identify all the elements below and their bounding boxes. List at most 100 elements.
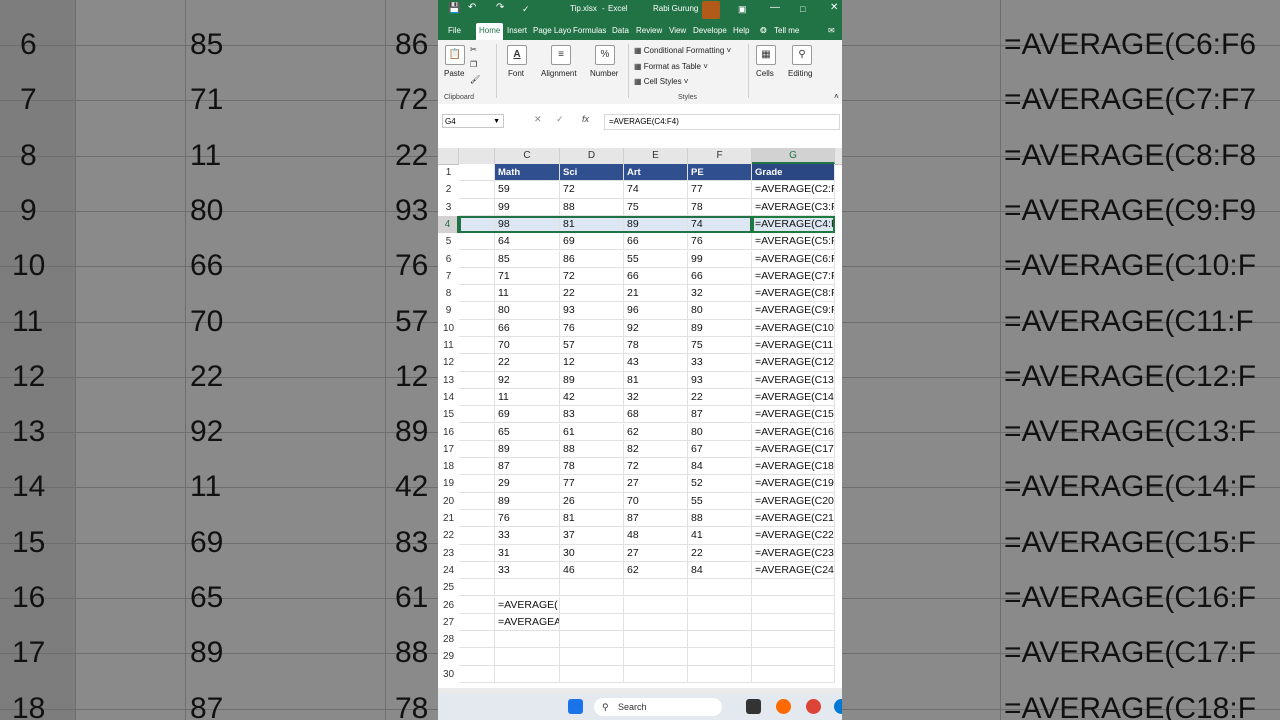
cell-e15[interactable]: 68 [624, 406, 688, 424]
cell-e9[interactable]: 96 [624, 302, 688, 320]
cell-f16[interactable]: 80 [688, 423, 752, 441]
conditional-formatting-button[interactable]: ▦ Conditional Formatting ˅ [634, 46, 731, 55]
tab-page-layo[interactable]: Page Layo [533, 26, 571, 35]
row-header[interactable]: 17 [438, 441, 459, 458]
user-name[interactable]: Rabi Gurung [653, 4, 698, 13]
cell-f9[interactable]: 80 [688, 302, 752, 320]
tab-tell-me[interactable]: Tell me [774, 26, 799, 35]
cell-styles-button[interactable]: ▦ Cell Styles ˅ [634, 77, 688, 86]
column-header-e[interactable]: E [624, 148, 688, 164]
cell-c14[interactable]: 11 [495, 388, 560, 407]
collapse-ribbon-icon[interactable]: ˄ [834, 92, 839, 101]
cell-g16[interactable]: =AVERAGE(C16:F [752, 423, 835, 441]
copy-icon[interactable]: ❐ [470, 60, 477, 69]
cell-d19[interactable]: 77 [560, 475, 624, 493]
row-header[interactable]: 1 [438, 164, 459, 181]
cell-d4[interactable]: 81 [560, 215, 624, 234]
cell-c27[interactable]: =AVERAGEA [495, 613, 560, 632]
cell-e27[interactable] [624, 613, 688, 632]
formula-input[interactable]: =AVERAGE(C4:F4) [604, 114, 840, 130]
user-avatar[interactable] [702, 1, 720, 19]
font-button[interactable]: Font [508, 69, 524, 78]
cell-f18[interactable]: 84 [688, 458, 752, 476]
cell-b[interactable] [459, 648, 495, 666]
cell-b[interactable] [459, 371, 495, 389]
cell-f13[interactable]: 93 [688, 371, 752, 389]
cell-f5[interactable]: 76 [688, 233, 752, 251]
cell-f29[interactable] [688, 648, 752, 666]
cells-icon[interactable]: ▦ [756, 45, 776, 65]
editing-button[interactable]: Editing [788, 69, 812, 78]
cell-f27[interactable] [688, 613, 752, 632]
cell-f21[interactable]: 88 [688, 510, 752, 528]
cell-c8[interactable]: 11 [495, 285, 560, 303]
cell-b[interactable] [459, 267, 495, 286]
cell-b[interactable] [459, 198, 495, 216]
cell-d7[interactable]: 72 [560, 267, 624, 286]
cell-e10[interactable]: 92 [624, 319, 688, 337]
cell-d3[interactable]: 88 [560, 198, 624, 216]
tab-file[interactable]: File [448, 26, 461, 35]
cell-c3[interactable]: 99 [495, 198, 560, 216]
editing-icon[interactable]: ⚲ [792, 45, 812, 65]
cell-f30[interactable] [688, 665, 752, 683]
cell-b[interactable] [459, 406, 495, 424]
file-explorer-icon[interactable] [746, 699, 761, 714]
cell-c20[interactable]: 89 [495, 492, 560, 510]
row-header[interactable]: 15 [438, 406, 459, 423]
cell-c4[interactable]: 98 [495, 215, 560, 234]
select-all-corner[interactable] [438, 148, 459, 164]
cell-c21[interactable]: 76 [495, 510, 560, 528]
cell-d24[interactable]: 46 [560, 561, 624, 580]
cell-e23[interactable]: 27 [624, 544, 688, 562]
cell-e18[interactable]: 72 [624, 458, 688, 476]
column-header-d[interactable]: D [560, 148, 624, 164]
cell-c6[interactable]: 85 [495, 250, 560, 268]
cell-f1[interactable]: PE [688, 164, 752, 182]
cell-e7[interactable]: 66 [624, 267, 688, 286]
cell-b[interactable] [459, 250, 495, 268]
cell-d16[interactable]: 61 [560, 423, 624, 441]
cell-d21[interactable]: 81 [560, 510, 624, 528]
cell-b[interactable] [459, 475, 495, 493]
cell-e28[interactable] [624, 631, 688, 649]
cell-f26[interactable] [688, 596, 752, 614]
format-as-table-button[interactable]: ▦ Format as Table ˅ [634, 62, 708, 71]
cell-c9[interactable]: 80 [495, 302, 560, 320]
cell-b[interactable] [459, 544, 495, 562]
name-box[interactable]: G4 ▼ [442, 114, 504, 128]
cell-d18[interactable]: 78 [560, 458, 624, 476]
cell-c23[interactable]: 31 [495, 544, 560, 562]
cell-c19[interactable]: 29 [495, 475, 560, 493]
cell-b[interactable] [459, 319, 495, 337]
cell-f14[interactable]: 22 [688, 388, 752, 407]
cell-d14[interactable]: 42 [560, 388, 624, 407]
cell-b[interactable] [459, 337, 495, 355]
row-header[interactable]: 9 [438, 302, 459, 319]
cell-d11[interactable]: 57 [560, 337, 624, 355]
row-header[interactable]: 24 [438, 562, 459, 579]
chrome-icon[interactable] [806, 699, 821, 714]
cell-f20[interactable]: 55 [688, 492, 752, 510]
row-header[interactable]: 21 [438, 510, 459, 527]
save-icon[interactable]: 💾 [448, 3, 460, 14]
cell-d30[interactable] [560, 665, 624, 683]
cell-c17[interactable]: 89 [495, 440, 560, 459]
cell-f15[interactable]: 87 [688, 406, 752, 424]
cell-g7[interactable]: =AVERAGE(C7:F7 [752, 267, 835, 286]
cell-b[interactable] [459, 423, 495, 441]
cell-d20[interactable]: 26 [560, 492, 624, 510]
cell-e5[interactable]: 66 [624, 233, 688, 251]
cell-f24[interactable]: 84 [688, 561, 752, 580]
cell-c11[interactable]: 70 [495, 337, 560, 355]
cell-e13[interactable]: 81 [624, 371, 688, 389]
cell-g19[interactable]: =AVERAGE(C19:F [752, 475, 835, 493]
cell-g28[interactable] [752, 631, 835, 649]
cell-c10[interactable]: 66 [495, 319, 560, 337]
cell-g5[interactable]: =AVERAGE(C5:F5 [752, 233, 835, 251]
edge-icon[interactable] [834, 699, 842, 714]
cell-g2[interactable]: =AVERAGE(C2:F2 [752, 181, 835, 199]
cell-g13[interactable]: =AVERAGE(C13:F [752, 371, 835, 389]
row-header[interactable]: 20 [438, 493, 459, 510]
column-header-c[interactable]: C [495, 148, 560, 164]
